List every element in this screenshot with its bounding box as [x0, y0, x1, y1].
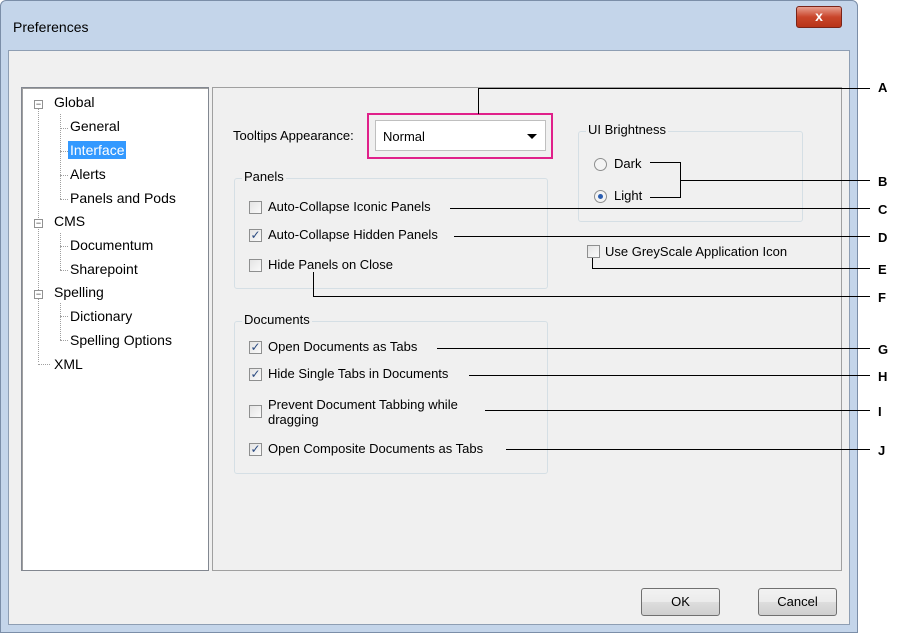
- tooltips-dropdown-value: Normal: [383, 129, 425, 144]
- auto-collapse-iconic-checkbox[interactable]: [249, 201, 262, 214]
- tooltips-label: Tooltips Appearance:: [233, 128, 354, 143]
- ok-button[interactable]: OK: [641, 588, 720, 616]
- close-button[interactable]: x: [796, 6, 842, 28]
- light-label: Light: [614, 188, 643, 203]
- chevron-down-icon: [527, 134, 537, 139]
- hide-single-tabs-label: Hide Single Tabs in Documents: [268, 366, 449, 381]
- auto-collapse-iconic-label: Auto-Collapse Iconic Panels: [268, 199, 431, 214]
- callout-line-g: [437, 348, 870, 349]
- open-composite-checkbox[interactable]: ✓: [249, 443, 262, 456]
- callout-line-i: [485, 410, 870, 411]
- open-documents-as-tabs-label: Open Documents as Tabs: [268, 339, 418, 354]
- open-composite-label: Open Composite Documents as Tabs: [268, 441, 484, 456]
- tree-item-spelling-options[interactable]: Spelling Options: [70, 331, 172, 349]
- callout-line-b: [650, 162, 680, 163]
- callout-label-f: F: [878, 290, 886, 305]
- callout-label-c: C: [878, 202, 888, 217]
- callout-label-b: B: [878, 174, 888, 189]
- tree-item-global[interactable]: Global: [54, 93, 94, 111]
- global-expander-icon[interactable]: −: [34, 100, 43, 109]
- callout-label-h: H: [878, 369, 888, 384]
- callout-line-c: [450, 208, 870, 209]
- cancel-button[interactable]: Cancel: [758, 588, 837, 616]
- tree-item-alerts[interactable]: Alerts: [70, 165, 106, 183]
- hide-panels-on-close-checkbox[interactable]: [249, 259, 262, 272]
- callout-label-e: E: [878, 262, 887, 277]
- light-radio[interactable]: [594, 190, 607, 203]
- callout-line-d: [454, 236, 870, 237]
- category-tree[interactable]: − Global General Interface Alerts Panels…: [21, 87, 209, 571]
- tree-item-general[interactable]: General: [70, 117, 120, 135]
- tree-item-documentum[interactable]: Documentum: [70, 236, 153, 254]
- greyscale-icon-checkbox[interactable]: [587, 245, 600, 258]
- auto-collapse-hidden-label: Auto-Collapse Hidden Panels: [268, 227, 438, 242]
- cms-expander-icon[interactable]: −: [34, 219, 43, 228]
- callout-line-h: [469, 375, 870, 376]
- auto-collapse-hidden-checkbox[interactable]: ✓: [249, 229, 262, 242]
- documents-group-title: Documents: [242, 312, 312, 327]
- hide-single-tabs-checkbox[interactable]: ✓: [249, 368, 262, 381]
- dark-radio[interactable]: [594, 158, 607, 171]
- tree-item-spelling[interactable]: Spelling: [54, 283, 104, 301]
- tree-item-dictionary[interactable]: Dictionary: [70, 307, 132, 325]
- callout-label-i: I: [878, 404, 882, 419]
- window-title: Preferences: [13, 19, 89, 35]
- open-documents-as-tabs-checkbox[interactable]: ✓: [249, 341, 262, 354]
- dark-label: Dark: [614, 156, 642, 171]
- tree-item-interface[interactable]: Interface: [68, 141, 127, 159]
- hide-panels-on-close-label: Hide Panels on Close: [268, 257, 394, 272]
- callout-label-a: A: [878, 80, 888, 95]
- tree-item-sharepoint[interactable]: Sharepoint: [70, 260, 138, 278]
- callout-line-j: [506, 449, 870, 450]
- spelling-expander-icon[interactable]: −: [34, 290, 43, 299]
- panels-group-title: Panels: [242, 169, 286, 184]
- prevent-tabbing-checkbox[interactable]: [249, 405, 262, 418]
- callout-line-f: [313, 272, 314, 297]
- tree-item-xml[interactable]: XML: [54, 355, 83, 373]
- ui-brightness-title: UI Brightness: [586, 122, 669, 137]
- callout-label-d: D: [878, 230, 888, 245]
- callout-label-g: G: [878, 342, 889, 357]
- tree-item-panels-and-pods[interactable]: Panels and Pods: [70, 189, 176, 207]
- prevent-tabbing-label-line1: Prevent Document Tabbing while: [268, 397, 458, 412]
- callout-label-j: J: [878, 443, 886, 458]
- callout-line-a: [478, 88, 479, 114]
- tooltips-dropdown[interactable]: Normal: [375, 120, 546, 151]
- greyscale-icon-label: Use GreyScale Application Icon: [605, 244, 788, 259]
- prevent-tabbing-label-line2: dragging: [268, 412, 319, 427]
- tree-item-cms[interactable]: CMS: [54, 212, 85, 230]
